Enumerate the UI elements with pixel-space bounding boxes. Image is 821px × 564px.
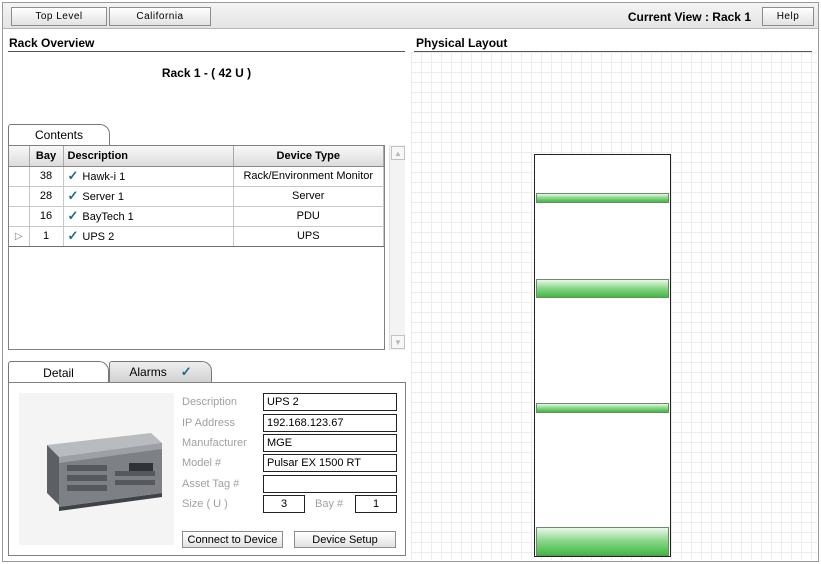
column-header-device-type[interactable]: Device Type (233, 146, 384, 167)
rack-overview-divider (8, 51, 405, 52)
tab-detail[interactable]: Detail (8, 361, 109, 383)
tab-contents[interactable]: Contents (8, 124, 110, 145)
rack-device-1[interactable] (536, 279, 669, 299)
table-row[interactable]: 38 ✓ Hawk-i 1 Rack/Environment Monitor (9, 166, 384, 187)
manufacturer-field[interactable]: MGE (263, 434, 397, 452)
tab-alarms-label: Alarms (129, 365, 167, 379)
label-description: Description (182, 396, 238, 408)
cell-description: ✓ BayTech 1 (63, 206, 234, 227)
cell-bay: 38 (29, 166, 64, 187)
check-icon: ✓ (180, 364, 192, 379)
scroll-down-icon[interactable]: ▼ (391, 335, 405, 349)
rack-heading: Rack 1 - ( 42 U ) (161, 66, 252, 80)
label-asset-tag: Asset Tag # (182, 478, 240, 490)
check-icon: ✓ (67, 208, 79, 223)
cell-device-type: UPS (233, 225, 384, 247)
rack-overview-title: Rack Overview (9, 36, 95, 50)
cell-description-text: Server 1 (82, 191, 124, 203)
rack-diagram[interactable] (534, 154, 671, 557)
row-indicator (9, 186, 30, 207)
size-field[interactable]: 3 (263, 495, 305, 513)
cell-bay: 28 (29, 186, 64, 207)
check-icon: ✓ (67, 228, 79, 243)
label-bay: Bay # (315, 498, 344, 510)
asset-tag-field[interactable] (263, 475, 397, 493)
cell-device-type: PDU (233, 206, 384, 227)
breadcrumb-california-button[interactable]: California (109, 7, 211, 26)
toolbar: Top Level California Current View : Rack… (3, 3, 818, 29)
detail-panel: Description UPS 2 IP Address 192.168.123… (8, 382, 406, 556)
table-row-selected[interactable]: ▷ 1 ✓ UPS 2 UPS (9, 225, 384, 247)
row-indicator (9, 166, 30, 187)
check-icon: ✓ (67, 168, 79, 183)
check-icon: ✓ (67, 188, 79, 203)
physical-layout-title: Physical Layout (416, 36, 508, 50)
help-button[interactable]: Help (762, 7, 814, 26)
bay-field[interactable]: 1 (355, 495, 397, 513)
breadcrumb-top-level-button[interactable]: Top Level (11, 7, 107, 26)
rack-device-0[interactable] (536, 193, 669, 203)
cell-description: ✓ Hawk-i 1 (63, 166, 234, 187)
column-header-bay[interactable]: Bay (29, 146, 64, 167)
cell-description: ✓ UPS 2 (63, 225, 234, 247)
table-row[interactable]: 16 ✓ BayTech 1 PDU (9, 206, 384, 227)
cell-description-text: UPS 2 (82, 231, 115, 243)
scroll-up-icon[interactable]: ▲ (391, 146, 405, 160)
row-indicator (9, 206, 30, 227)
contents-table: Bay Description Device Type 38 ✓ Hawk-i 1… (8, 145, 385, 350)
column-header-description[interactable]: Description (63, 146, 234, 167)
device-image (19, 393, 174, 545)
rack-device-3[interactable] (536, 527, 669, 556)
label-ip-address: IP Address (182, 417, 235, 429)
label-manufacturer: Manufacturer (182, 437, 247, 449)
label-size: Size ( U ) (182, 498, 228, 510)
description-field[interactable]: UPS 2 (263, 393, 397, 411)
current-view-label: Current View : Rack 1 (627, 10, 751, 24)
ups-device-illustration (47, 433, 162, 511)
contents-scrollbar[interactable]: ▲ ▼ (389, 145, 405, 350)
cell-bay: 1 (29, 225, 64, 247)
cell-bay: 16 (29, 206, 64, 227)
row-indicator-header (9, 146, 30, 167)
row-selector-icon: ▷ (14, 231, 23, 242)
physical-layout-canvas (411, 52, 817, 560)
row-indicator: ▷ (9, 225, 30, 247)
rack-device-2[interactable] (536, 403, 669, 413)
tab-alarms[interactable]: Alarms ✓ (109, 361, 212, 382)
device-setup-button[interactable]: Device Setup (294, 531, 396, 548)
cell-device-type: Server (233, 186, 384, 207)
cell-description-text: Hawk-i 1 (82, 171, 126, 183)
cell-description: ✓ Server 1 (63, 186, 234, 207)
label-model: Model # (182, 457, 222, 469)
table-row[interactable]: 28 ✓ Server 1 Server (9, 186, 384, 207)
ip-address-field[interactable]: 192.168.123.67 (263, 414, 397, 432)
cell-description-text: BayTech 1 (82, 211, 134, 223)
connect-to-device-button[interactable]: Connect to Device (182, 531, 283, 548)
model-field[interactable]: Pulsar EX 1500 RT (263, 454, 397, 472)
cell-device-type: Rack/Environment Monitor (233, 166, 384, 187)
